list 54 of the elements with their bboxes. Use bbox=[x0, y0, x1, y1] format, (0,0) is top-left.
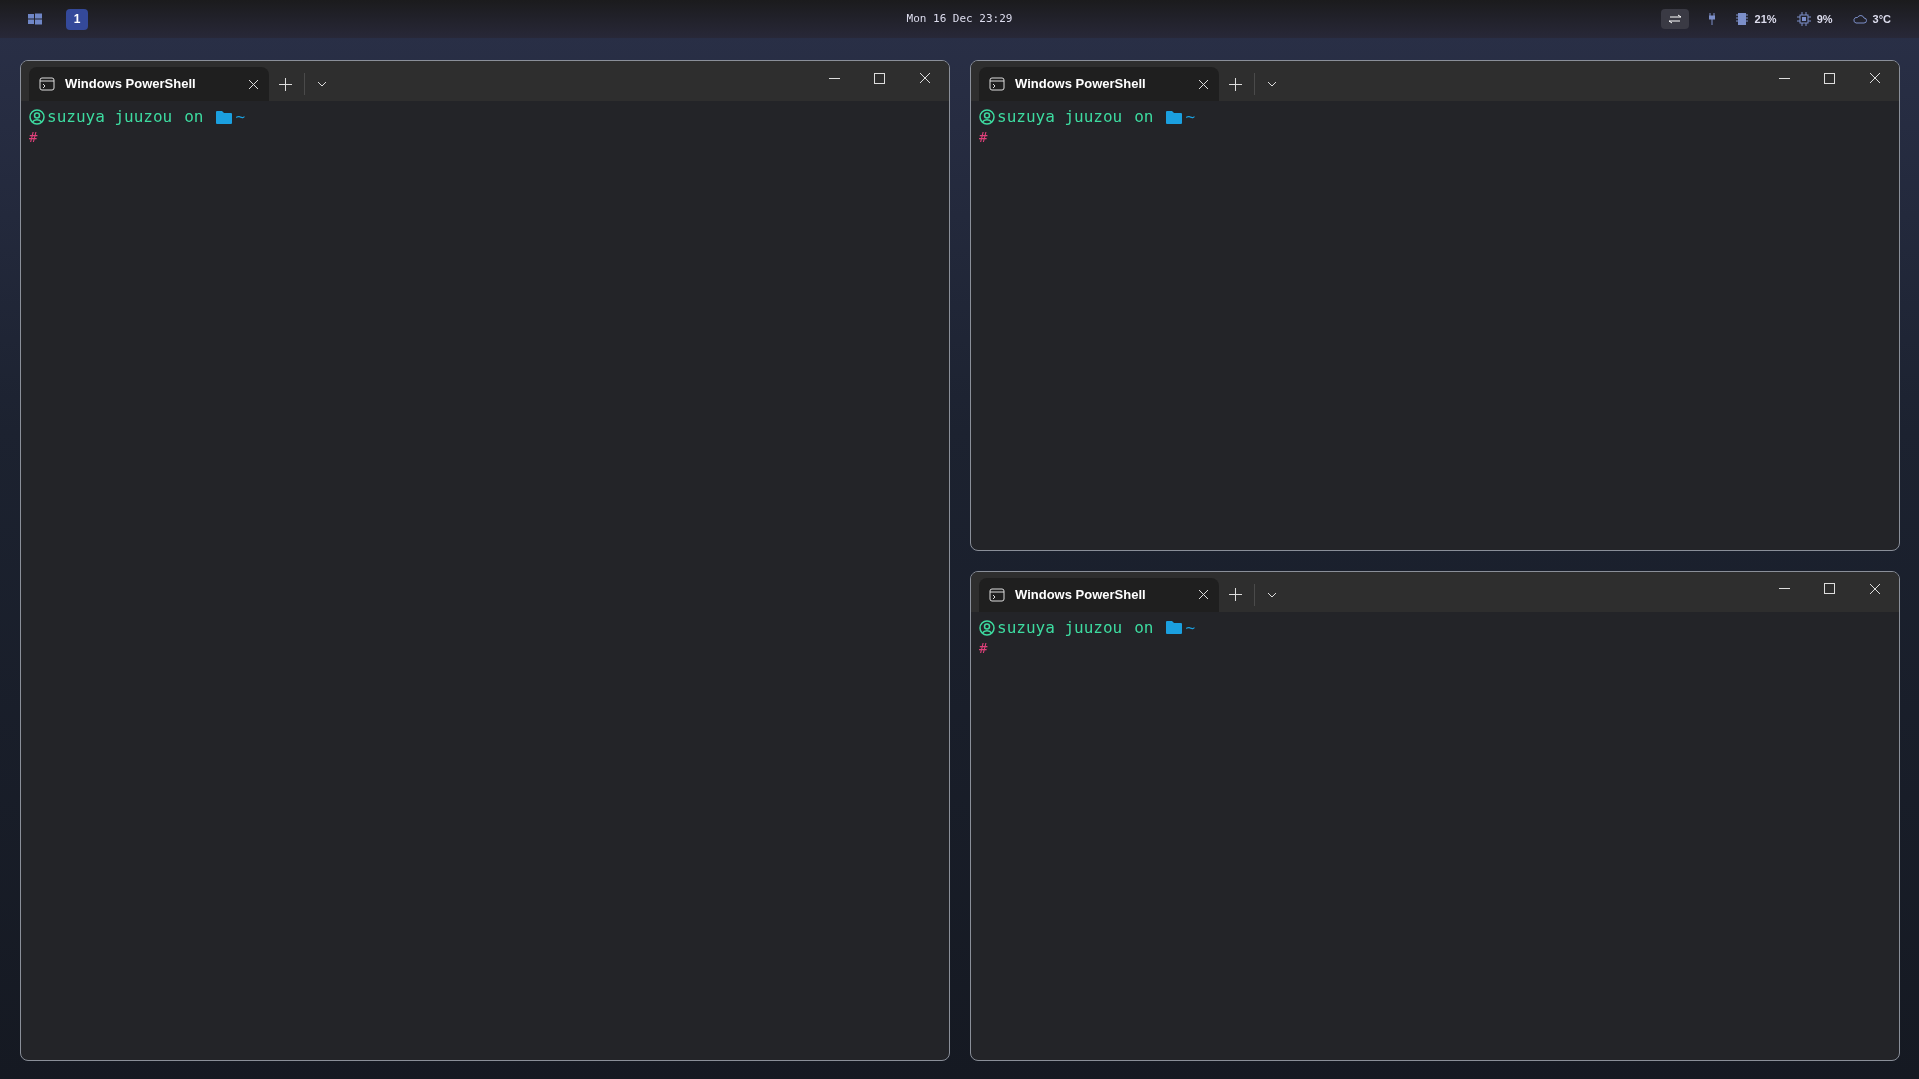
windows-logo-icon[interactable] bbox=[28, 13, 42, 25]
folder-icon bbox=[215, 110, 232, 124]
cloud-icon bbox=[1852, 14, 1867, 24]
folder-icon bbox=[1165, 110, 1182, 124]
close-icon[interactable] bbox=[1869, 72, 1881, 84]
prompt-text: on bbox=[1134, 107, 1154, 127]
folder-icon bbox=[1165, 621, 1182, 634]
prompt-path: ~ bbox=[235, 107, 246, 127]
prompt-user: suzuya juuzou bbox=[47, 107, 173, 127]
terminal-icon bbox=[989, 587, 1005, 602]
close-icon[interactable] bbox=[1198, 78, 1209, 90]
prompt-user: suzuya juuzou bbox=[997, 107, 1123, 127]
prompt-user: suzuya juuzou bbox=[997, 617, 1123, 638]
memory-chip-icon bbox=[1734, 12, 1749, 26]
terminal-icon bbox=[39, 77, 55, 91]
tab[interactable]: Windows PowerShell bbox=[29, 67, 269, 101]
close-icon[interactable] bbox=[1198, 589, 1209, 600]
prompt-text: on bbox=[1134, 617, 1154, 638]
close-icon[interactable] bbox=[248, 78, 259, 90]
chevron-down-icon[interactable] bbox=[317, 81, 327, 87]
prompt-path: ~ bbox=[1185, 107, 1196, 127]
user-icon bbox=[29, 109, 45, 125]
maximize-icon[interactable] bbox=[1824, 72, 1835, 84]
tab[interactable]: Windows PowerShell bbox=[979, 577, 1219, 612]
plug-icon bbox=[1708, 13, 1715, 25]
clock: Mon 16 Dec 23:29 bbox=[906, 10, 1013, 27]
chevron-down-icon[interactable] bbox=[1267, 81, 1277, 87]
user-icon bbox=[979, 619, 995, 636]
stat-value: 21% bbox=[1754, 11, 1777, 27]
user-icon bbox=[979, 109, 995, 125]
prompt-path: ~ bbox=[1185, 617, 1196, 638]
tab-title: Windows PowerShell bbox=[65, 75, 197, 94]
prompt-symbol: # bbox=[979, 129, 988, 145]
prompt-text: on bbox=[184, 107, 204, 127]
prompt-symbol: # bbox=[29, 129, 38, 145]
swap-button[interactable] bbox=[1660, 9, 1689, 29]
workspace-tab[interactable]: 1 bbox=[66, 8, 88, 30]
stat-value: 3°C bbox=[1872, 11, 1891, 27]
tab-title: Windows PowerShell bbox=[1015, 585, 1147, 604]
plus-icon[interactable] bbox=[279, 77, 292, 91]
close-icon[interactable] bbox=[919, 72, 931, 84]
plus-icon[interactable] bbox=[1229, 588, 1242, 601]
cpu-icon bbox=[1796, 12, 1811, 26]
tab[interactable]: Windows PowerShell bbox=[979, 67, 1219, 101]
stat-value: 9% bbox=[1816, 11, 1833, 27]
maximize-icon[interactable] bbox=[874, 72, 885, 84]
prompt-symbol: # bbox=[979, 639, 988, 656]
chevron-down-icon[interactable] bbox=[1267, 591, 1277, 598]
tab-title: Windows PowerShell bbox=[1015, 75, 1147, 94]
close-icon[interactable] bbox=[1869, 582, 1881, 595]
terminal-icon bbox=[989, 77, 1005, 91]
maximize-icon[interactable] bbox=[1824, 583, 1835, 594]
plus-icon[interactable] bbox=[1229, 77, 1242, 91]
swap-arrows-icon bbox=[1667, 14, 1682, 24]
